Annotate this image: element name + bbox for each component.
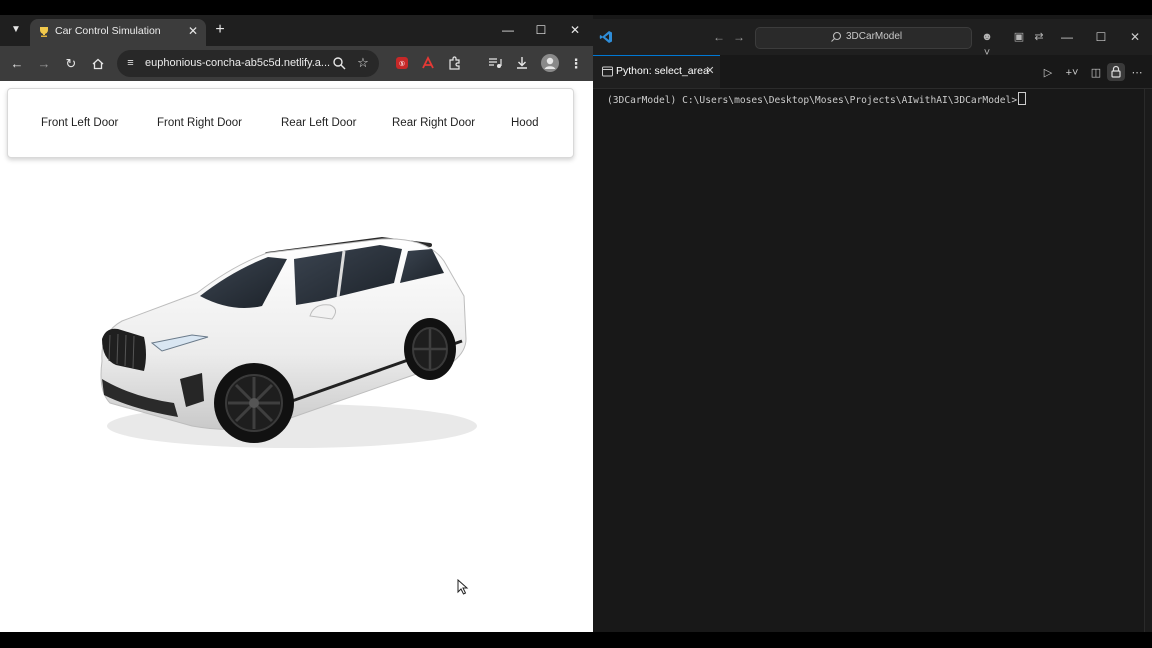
terminal-prompt: (3DCarModel) C:\Users\moses\Desktop\Mose… [607, 95, 1018, 106]
go-forward-button[interactable]: → [731, 29, 747, 45]
front-wheel [214, 363, 294, 443]
close-tab-button[interactable]: ✕ [185, 23, 201, 39]
kebab-menu-icon: ⋮ [569, 56, 583, 71]
workspace-name: 3DCarModel [846, 31, 903, 42]
home-button[interactable] [89, 55, 107, 73]
media-controls-icon[interactable] [487, 55, 503, 71]
browser-menu-button[interactable]: ⋮ [567, 55, 585, 73]
hood-button[interactable]: Hood [501, 110, 549, 136]
tab-title: Car Control Simulation [55, 25, 161, 37]
terminal-prompt-line: (3DCarModel) C:\Users\moses\Desktop\Mose… [607, 92, 1027, 106]
car-3d-model[interactable] [82, 221, 482, 461]
tune-icon: ≡ [127, 57, 134, 69]
close-icon: ✕ [187, 24, 199, 38]
rear-left-door-button[interactable]: Rear Left Door [271, 110, 367, 136]
profile-avatar[interactable] [541, 54, 559, 72]
vscode-titlebar: ← → 3DCarModel ☻˅ ▣ ⇄ — ☐ ✕ [593, 19, 1152, 59]
arrow-right-icon: → [733, 30, 745, 44]
arrow-right-icon: → [37, 56, 51, 71]
star-icon: ☆ [357, 55, 369, 70]
magnifier-icon[interactable] [332, 56, 347, 71]
minimize-icon: — [1061, 30, 1073, 44]
rear-right-door-button[interactable]: Rear Right Door [382, 110, 486, 136]
extension-red-icon[interactable]: ⑤ [394, 55, 410, 71]
chevron-down-icon: ▼ [11, 24, 21, 35]
browser-toolbar: ← → ↻ ≡ euphonious-concha-ab5c5d.netlify… [0, 46, 593, 81]
terminal-panel[interactable]: (3DCarModel) C:\Users\moses\Desktop\Mose… [593, 89, 1152, 632]
ellipsis-icon: ⋯ [1131, 67, 1143, 79]
play-icon: ▷ [1043, 67, 1053, 79]
terminal-tab[interactable]: Python: select_area ✕ [593, 55, 720, 88]
rear-wheel [404, 318, 456, 380]
browser-tab-strip: ▼ Car Control Simulation ✕ + — ☐ ✕ [0, 15, 593, 46]
door-control-panel: Front Left Door Front Right Door Rear Le… [7, 88, 574, 158]
download-icon[interactable] [514, 55, 530, 71]
command-center[interactable]: 3DCarModel [755, 27, 972, 49]
address-bar[interactable]: ≡ euphonious-concha-ab5c5d.netlify.a... … [117, 50, 379, 77]
trophy-icon [40, 27, 48, 37]
tab-search-button[interactable]: ▼ [8, 22, 24, 38]
split-icon: ◫ [1090, 67, 1102, 79]
maximize-button[interactable]: ☐ [531, 21, 551, 39]
layout-focus-button[interactable]: ▣ [1011, 29, 1027, 45]
close-window-button[interactable]: ✕ [565, 21, 585, 39]
text-cursor [1018, 92, 1027, 105]
terminal-tab-label: Python: select_area [616, 65, 709, 77]
search-icon [831, 31, 842, 42]
front-right-door-button[interactable]: Front Right Door [147, 110, 253, 136]
split-editor-button[interactable]: ◫ [1088, 65, 1104, 81]
editor-tab-bar: Python: select_area ✕ ▷ +˅ ◫ ⋯ [593, 55, 1152, 89]
vscode-logo-icon [599, 31, 612, 43]
lock-icon [1111, 65, 1121, 78]
close-icon: ✕ [705, 65, 715, 77]
arrow-left-icon: ← [10, 56, 24, 71]
puzzle-icon[interactable] [447, 55, 463, 71]
browser-window: ▼ Car Control Simulation ✕ + — ☐ ✕ ← → ↻… [0, 15, 593, 632]
plus-icon: +˅ [1065, 67, 1079, 79]
url-text: euphonious-concha-ab5c5d.netlify.a... [145, 57, 331, 69]
run-button[interactable]: ▷ [1040, 65, 1056, 81]
browser-tab[interactable]: Car Control Simulation ✕ [30, 19, 206, 46]
mouse-cursor-icon [457, 579, 469, 595]
new-tab-button[interactable]: + [212, 22, 228, 38]
vscode-close-button[interactable]: ✕ [1126, 28, 1144, 46]
home-icon [92, 58, 104, 70]
front-left-door-button[interactable]: Front Left Door [31, 110, 129, 136]
focus-frame-icon: ▣ [1013, 31, 1025, 43]
site-info-button[interactable]: ≡ [123, 56, 138, 71]
forward-button[interactable]: → [35, 55, 53, 73]
svg-text:⑤: ⑤ [399, 60, 405, 68]
pdf-extension-icon[interactable] [420, 55, 436, 71]
new-terminal-button[interactable]: +˅ [1060, 65, 1084, 81]
swap-layout-button[interactable]: ⇄ [1031, 29, 1047, 45]
more-actions-button[interactable]: ⋯ [1129, 65, 1145, 81]
web-page: Front Left Door Front Right Door Rear Le… [0, 81, 593, 632]
go-back-button[interactable]: ← [711, 29, 727, 45]
vscode-maximize-button[interactable]: ☐ [1092, 28, 1110, 46]
lock-group-button[interactable] [1107, 63, 1125, 81]
bookmark-button[interactable]: ☆ [355, 55, 371, 71]
vscode-window: ← → 3DCarModel ☻˅ ▣ ⇄ — ☐ ✕ Python: sele… [593, 15, 1152, 632]
plus-icon: + [215, 21, 225, 38]
terminal-icon [602, 66, 613, 77]
close-icon: ✕ [569, 23, 581, 37]
reload-icon: ↻ [65, 56, 77, 71]
maximize-icon: ☐ [535, 23, 547, 37]
maximize-icon: ☐ [1095, 30, 1107, 44]
minimize-button[interactable]: — [498, 21, 518, 39]
back-button[interactable]: ← [8, 55, 26, 73]
vscode-minimize-button[interactable]: — [1058, 28, 1076, 46]
close-tab-button[interactable]: ✕ [703, 64, 717, 78]
terminal-scrollbar[interactable] [1144, 89, 1152, 632]
close-icon: ✕ [1129, 30, 1141, 44]
reload-button[interactable]: ↻ [62, 55, 80, 73]
copilot-button[interactable]: ☻˅ [979, 29, 995, 59]
arrow-left-icon: ← [713, 30, 725, 44]
minimize-icon: — [502, 23, 514, 37]
swap-icon: ⇄ [1034, 31, 1044, 43]
